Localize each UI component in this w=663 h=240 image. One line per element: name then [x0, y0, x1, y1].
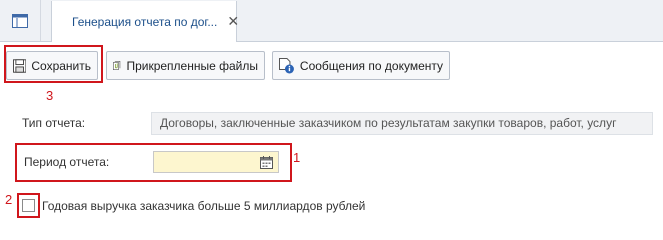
grid-icon [12, 13, 28, 28]
close-icon[interactable]: ✕ [227, 13, 239, 30]
tab-title: Генерация отчета по дог... [72, 14, 218, 29]
report-type-label: Тип отчета: [22, 116, 86, 130]
revenue-checkbox-label[interactable]: Годовая выручка заказчика больше 5 милли… [42, 199, 365, 213]
attachments-button-label: Прикрепленные файлы [126, 58, 258, 73]
tab-report-generation[interactable]: Генерация отчета по дог... ✕ [51, 1, 239, 42]
annotation-marker-save: 3 [46, 88, 54, 103]
home-tab[interactable] [0, 0, 41, 41]
annotation-box-save [4, 45, 103, 83]
report-type-field: Договоры, заключенные заказчиком по резу… [151, 112, 653, 135]
attachments-button[interactable]: Прикрепленные файлы [106, 51, 265, 80]
messages-icon [279, 57, 294, 73]
tab-bar: Генерация отчета по дог... ✕ [0, 0, 663, 42]
messages-button-label: Сообщения по документу [299, 58, 443, 73]
calendar-icon[interactable] [260, 156, 273, 169]
attachments-icon [113, 60, 121, 71]
annotation-marker-checkbox: 2 [5, 192, 13, 207]
period-date-input[interactable] [153, 151, 279, 173]
period-label: Период отчета: [24, 155, 110, 169]
revenue-checkbox[interactable] [22, 199, 35, 212]
annotation-marker-period: 1 [293, 150, 301, 165]
messages-button[interactable]: Сообщения по документу [272, 51, 450, 80]
